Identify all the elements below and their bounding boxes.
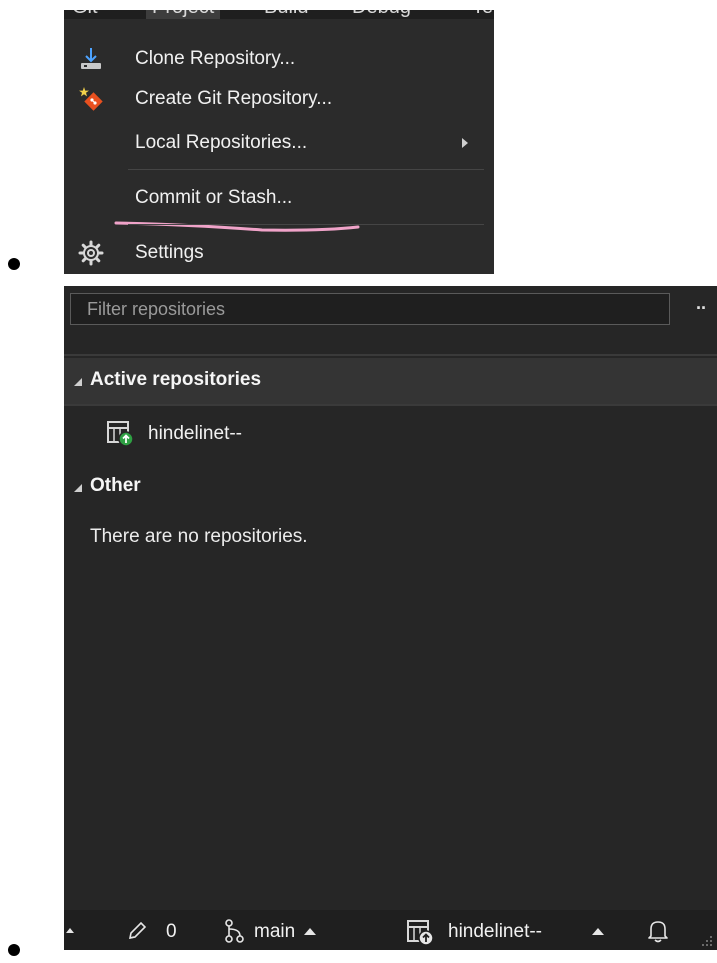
create-git-repository-icon (79, 87, 103, 111)
pending-changes-count: 0 (166, 921, 177, 942)
repository-up-arrow-icon (592, 928, 604, 935)
filter-repositories-input[interactable] (70, 293, 670, 325)
repository-icon (107, 421, 134, 447)
expanded-triangle-icon (74, 484, 82, 492)
menu-item-commit-or-stash[interactable]: Commit or Stash... (64, 179, 494, 219)
menu-debug[interactable]: Debug (352, 10, 411, 19)
branch-name: main (254, 921, 296, 942)
menu-item-settings[interactable]: Settings (64, 234, 494, 274)
menu-separator (128, 169, 484, 170)
menu-build[interactable]: Build (264, 10, 308, 19)
menu-item-create-git-repository[interactable]: Create Git Repository... (64, 80, 494, 120)
submenu-arrow-icon (462, 138, 468, 148)
repository-item-hindelinet[interactable]: hindelinet-- (64, 412, 717, 452)
menu-item-label: Settings (135, 242, 204, 263)
menu-item-local-repositories[interactable]: Local Repositories... (64, 124, 494, 164)
menu-item-clone-repository[interactable]: Clone Repository... (64, 40, 494, 80)
repository-button[interactable]: hindelinet-- (404, 910, 614, 950)
clone-download-icon (81, 48, 101, 69)
list-bullet (8, 258, 20, 270)
more-options-button[interactable]: ·· (696, 296, 717, 320)
branch-up-arrow-icon (304, 928, 316, 935)
group-title: Active repositories (90, 369, 262, 390)
empty-repositories-message: There are no repositories. (90, 526, 308, 547)
expanded-triangle-icon (74, 378, 82, 386)
group-title: Other (90, 475, 141, 496)
repository-icon (407, 920, 434, 946)
menu-item-label: Clone Repository... (135, 48, 296, 69)
menu-separator (128, 224, 484, 225)
group-header-other[interactable]: Other (64, 464, 717, 510)
menu-item-label: Local Repositories... (135, 132, 308, 153)
status-bar: 0 main hindelinet-- (64, 910, 717, 950)
git-repository-panel-screenshot: ·· Active repositories hindelinet-- Othe… (64, 286, 717, 950)
menu-test[interactable]: Te (472, 10, 493, 19)
resize-grip-icon[interactable] (698, 932, 714, 948)
menu-git[interactable]: Git (72, 10, 98, 19)
git-menu-screenshot: Git Project Build Debug Te Clone Reposit… (64, 10, 494, 274)
gear-icon (78, 240, 104, 266)
list-bullet (8, 944, 20, 956)
overflow-up-arrow-icon[interactable] (66, 928, 74, 933)
menu-bar: Git Project Build Debug Te (64, 10, 494, 19)
group-header-active-repositories[interactable]: Active repositories (64, 358, 717, 404)
divider (64, 354, 717, 356)
branch-icon (225, 919, 244, 943)
menu-project[interactable]: Project (146, 10, 221, 19)
pending-changes-button[interactable]: 0 (124, 910, 184, 950)
repository-name: hindelinet-- (148, 423, 242, 444)
menu-item-label: Commit or Stash... (135, 187, 293, 208)
repository-name: hindelinet-- (448, 921, 542, 942)
menu-item-label: Create Git Repository... (135, 88, 333, 109)
pencil-icon (128, 921, 147, 940)
divider (64, 404, 717, 406)
bell-icon[interactable] (646, 918, 670, 944)
branch-button[interactable]: main (220, 910, 360, 950)
